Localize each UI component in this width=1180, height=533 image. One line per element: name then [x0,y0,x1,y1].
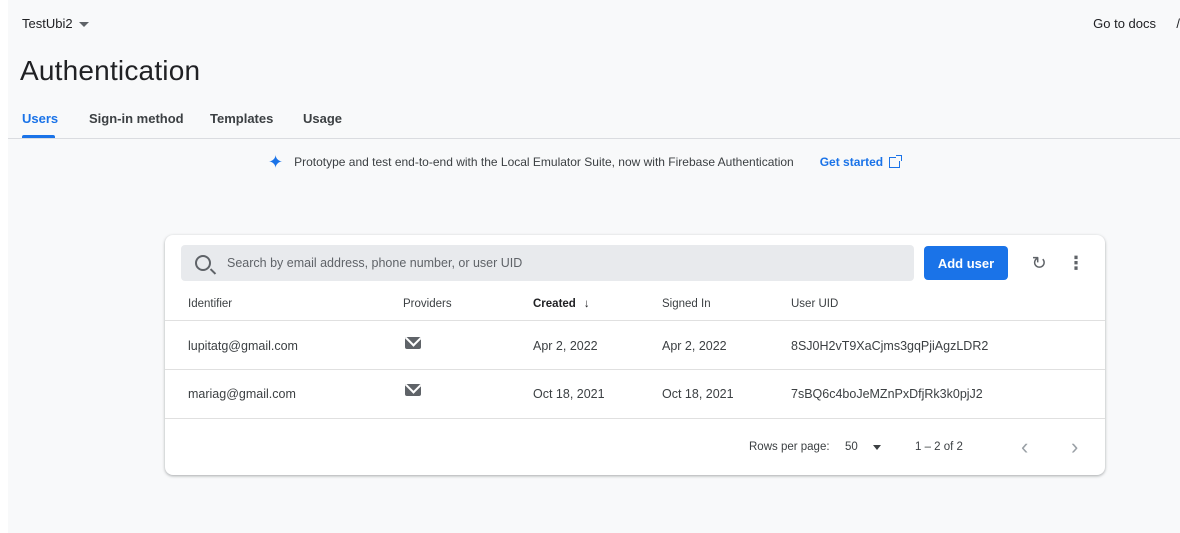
user-signed-in: Apr 2, 2022 [662,339,727,353]
chevron-left-icon[interactable]: ‹ [1021,434,1028,460]
banner-text: Prototype and test end-to-end with the L… [294,155,794,169]
email-icon [405,337,421,349]
emulator-banner: ✦ Prototype and test end-to-end with the… [268,150,903,174]
project-selector[interactable]: TestUbi2 [22,16,89,31]
user-uid: 7sBQ6c4boJeMZnPxDfjRk3k0pjJ2 [791,387,983,401]
column-header-signed-in[interactable]: Signed In [662,298,711,310]
user-uid: 8SJ0H2vT9XaCjms3gqPjiAgzLDR2 [791,339,989,353]
chevron-right-icon[interactable]: › [1071,434,1078,460]
get-started-link[interactable]: Get started [819,154,903,169]
search-input[interactable] [225,255,909,271]
add-user-button[interactable]: Add user [924,246,1008,280]
row-divider [165,369,1105,370]
rows-per-page-select[interactable]: 50 [845,441,881,453]
search-bar[interactable] [181,245,914,281]
user-identifier: lupitatg@gmail.com [188,339,298,353]
caret-down-icon [78,22,89,27]
arrow-down-icon: ↓ [583,298,590,310]
rows-per-page-value: 50 [845,441,858,453]
tab-sign-in-method[interactable]: Sign-in method [89,111,184,126]
column-header-created[interactable]: Created ↓ [533,298,590,310]
rows-per-page-label: Rows per page: [749,441,830,453]
top-bar: TestUbi2 Go to docs / [8,0,1180,48]
sparkle-icon: ✦ [268,151,284,172]
column-header-providers[interactable]: Providers [403,298,452,310]
tab-users[interactable]: Users [22,111,58,126]
row-divider [165,320,1105,321]
tab-bar: Users Sign-in method Templates Usage [8,108,1180,139]
project-name: TestUbi2 [22,16,73,31]
search-icon [195,255,211,271]
user-created: Apr 2, 2022 [533,339,598,353]
page-title: Authentication [20,55,201,86]
tab-usage[interactable]: Usage [303,111,342,126]
more-vert-icon[interactable]: ⋮ [1062,249,1090,277]
row-divider [165,418,1105,419]
email-icon [405,384,421,396]
open-in-new-icon [889,154,903,168]
pagination-range: 1 – 2 of 2 [915,441,963,453]
user-identifier: mariag@gmail.com [188,387,296,401]
refresh-icon[interactable]: ↻ [1025,249,1053,277]
topbar-edge-glyph: / [1176,16,1180,31]
tab-templates[interactable]: Templates [210,111,273,126]
user-created: Oct 18, 2021 [533,387,605,401]
created-header-label: Created [533,298,576,310]
column-header-user-uid[interactable]: User UID [791,298,838,310]
dropdown-arrow-icon [873,445,881,450]
active-tab-indicator [22,135,55,138]
get-started-label: Get started [819,155,884,169]
user-signed-in: Oct 18, 2021 [662,387,734,401]
users-card: Add user ↻ ⋮ Identifier Providers Create… [165,235,1105,475]
column-header-identifier[interactable]: Identifier [188,298,232,310]
go-to-docs-link[interactable]: Go to docs [1093,16,1156,31]
